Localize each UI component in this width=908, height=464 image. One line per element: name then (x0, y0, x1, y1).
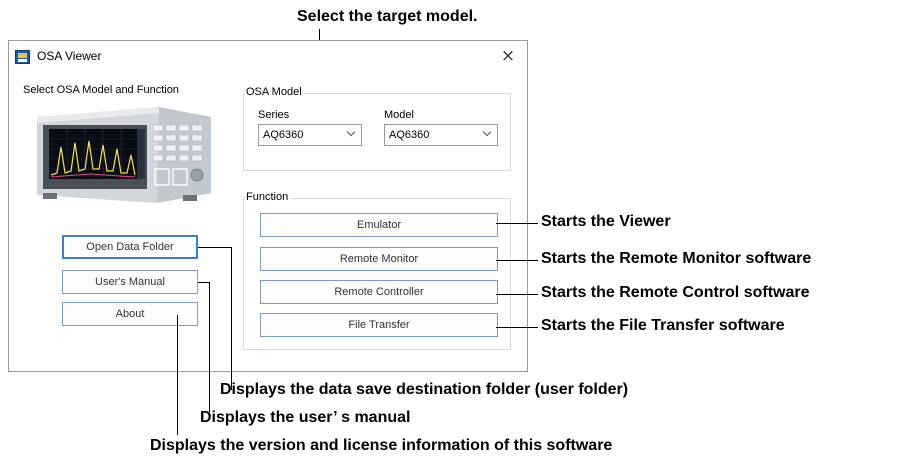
users-manual-button[interactable]: User's Manual (62, 270, 198, 294)
chevron-down-icon (346, 127, 356, 137)
annotation-starts-viewer: Starts the Viewer (541, 213, 671, 230)
leader-line-emulator (496, 223, 538, 224)
leader-line-file-transfer (496, 327, 538, 328)
series-label: Series (258, 109, 290, 121)
function-group-title: Function (244, 191, 291, 203)
annotation-starts-remote-monitor: Starts the Remote Monitor software (541, 250, 812, 267)
osa-model-group: OSA Model Series AQ6360 Model AQ6360 (243, 86, 511, 171)
annotation-starts-remote-control: Starts the Remote Control software (541, 284, 810, 301)
model-label: Model (384, 109, 414, 121)
emulator-button[interactable]: Emulator (260, 213, 498, 237)
remote-monitor-button[interactable]: Remote Monitor (260, 247, 498, 271)
leader-line-open-data-folder-v (231, 247, 232, 390)
file-transfer-button[interactable]: File Transfer (260, 313, 498, 337)
window-title: OSA Viewer (37, 49, 102, 63)
annotation-displays-manual: Displays the user’ s manual (200, 409, 411, 426)
remote-controller-button[interactable]: Remote Controller (260, 280, 498, 304)
leader-line-open-data-folder-h (198, 247, 232, 248)
annotation-select-model: Select the target model. (297, 8, 478, 25)
model-dropdown[interactable]: AQ6360 (384, 124, 498, 146)
subtitle: Select OSA Model and Function (23, 84, 179, 96)
close-button[interactable]: × (495, 43, 521, 69)
series-dropdown[interactable]: AQ6360 (258, 124, 362, 146)
page: Select the target model. OSA Viewer × Se… (0, 0, 908, 464)
osa-viewer-window: OSA Viewer × Select OSA Model and Functi… (8, 40, 528, 372)
osa-model-group-title: OSA Model (244, 86, 304, 98)
leader-line-users-manual-v (209, 282, 210, 412)
title-bar: OSA Viewer × (9, 41, 527, 73)
function-group: Function Emulator Remote Monitor Remote … (243, 191, 511, 350)
annotation-displays-version: Displays the version and license informa… (150, 437, 613, 454)
chevron-down-icon (482, 127, 492, 137)
annotation-starts-file-transfer: Starts the File Transfer software (541, 317, 785, 334)
annotation-displays-data-folder: Displays the data save destination folde… (220, 381, 629, 398)
leader-line-remote-controller (496, 294, 538, 295)
leader-line-about-v (177, 315, 178, 435)
osa-viewer-app-icon (15, 50, 30, 64)
series-value: AQ6360 (263, 129, 304, 141)
leader-line-remote-monitor (496, 260, 538, 261)
osa-instrument-image (37, 107, 211, 203)
model-value: AQ6360 (389, 129, 430, 141)
open-data-folder-button[interactable]: Open Data Folder (62, 235, 198, 259)
